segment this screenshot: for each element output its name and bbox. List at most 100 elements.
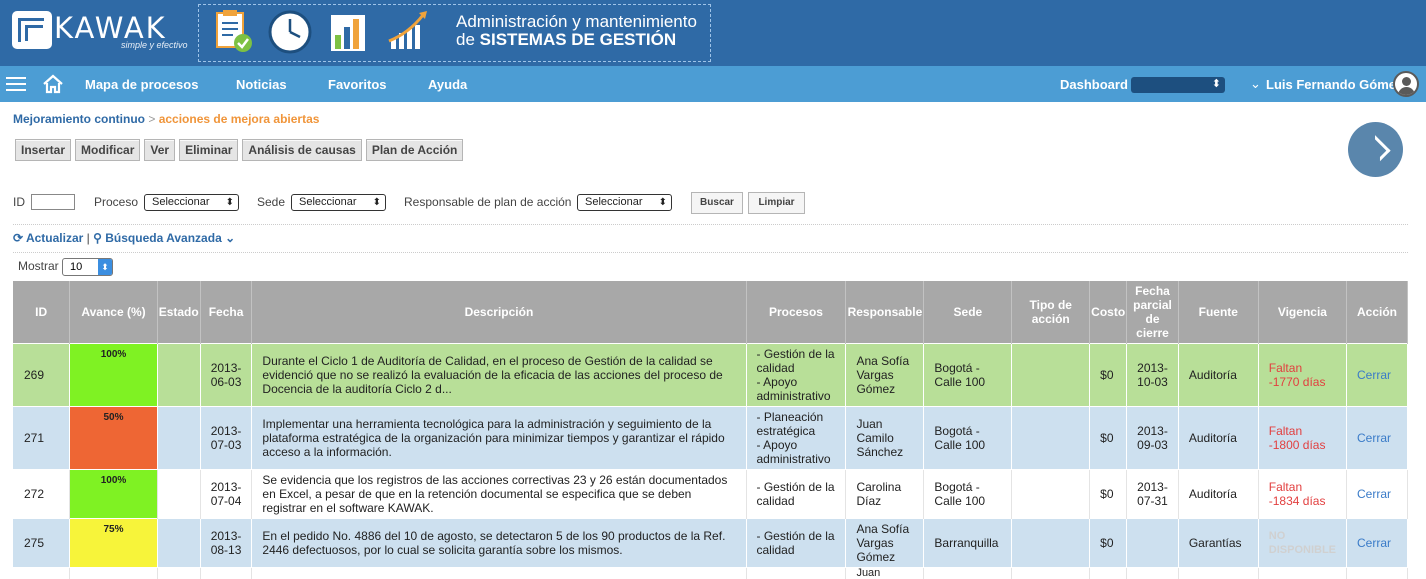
col-header[interactable]: Procesos — [746, 281, 847, 343]
responsable-filter-select[interactable]: Seleccionar — [577, 194, 672, 211]
analisis-de-causas-button[interactable]: Análisis de causas — [242, 139, 362, 161]
chevron-down-icon[interactable]: ⌄ — [1250, 76, 1261, 92]
cell-responsable: Ana Sofía Vargas Gómez — [845, 342, 925, 406]
proceso-filter-select[interactable]: Seleccionar — [144, 194, 239, 211]
search-icon[interactable]: ⚲ — [93, 231, 102, 245]
id-filter-input[interactable] — [31, 194, 75, 210]
progress-cell: 100% — [69, 342, 158, 406]
cell-vigencia: NO DISPONIBLE — [1258, 517, 1348, 567]
cell-costo: $0 — [1089, 468, 1128, 518]
ver-button[interactable]: Ver — [144, 139, 176, 161]
cell-fuente: Garantías — [1178, 517, 1259, 567]
cell-descripcion: Implementar una herramienta tecnológica … — [251, 405, 747, 469]
cell-fuente: Auditoría — [1178, 342, 1259, 406]
breadcrumb-parent[interactable]: Mejoramiento continuo — [13, 112, 145, 126]
banner-title-prefix: de — [456, 30, 475, 49]
col-header[interactable]: Tipo de acción — [1011, 281, 1091, 343]
cell-cierre: 2013- 10-03 — [1126, 342, 1179, 406]
banner-title-line1: Administración y mantenimiento — [456, 12, 697, 31]
cell-tipo — [1011, 468, 1091, 518]
cerrar-link[interactable]: Cerrar — [1346, 517, 1408, 567]
nav-favoritos[interactable]: Favoritos — [328, 77, 387, 92]
modificar-button[interactable]: Modificar — [75, 139, 141, 161]
cell-responsable: Ana Sofía Vargas Gómez — [845, 517, 925, 567]
nav-ayuda[interactable]: Ayuda — [428, 77, 467, 92]
cell-procesos: - Planeación estratégica - Apoyo administ… — [746, 405, 847, 469]
table-row[interactable]: Juan — [13, 566, 1408, 579]
col-header[interactable]: ID — [13, 281, 71, 343]
logo-tagline: simple y efectivo — [121, 40, 188, 50]
table-header-row: ID Avance (%) Estado Fecha Descripción P… — [13, 281, 1408, 343]
cerrar-link[interactable]: Cerrar — [1346, 468, 1408, 518]
cell-procesos: - Gestión de la calidad - Apoyo administr… — [746, 342, 847, 406]
cell-id: 272 — [13, 468, 71, 518]
table-row[interactable]: 271 50% 2013- 07-03 Implementar una herra… — [13, 405, 1408, 469]
col-header[interactable]: Fuente — [1178, 281, 1259, 343]
table-row[interactable]: 269 100% 2013- 06-03 Durante el Ciclo 1 d… — [13, 342, 1408, 406]
actions-separator: | — [86, 231, 90, 245]
col-header[interactable]: Fecha parcial de cierre — [1126, 281, 1179, 343]
cell-vigencia: Faltan -1770 días — [1258, 342, 1348, 406]
cell-responsable: Juan — [845, 566, 925, 579]
kawak-logo-icon[interactable] — [12, 11, 52, 49]
show-label: Mostrar — [18, 259, 59, 273]
cell-descripcion: Se evidencia que los registros de las ac… — [251, 468, 747, 518]
nav-mapa-de-procesos[interactable]: Mapa de procesos — [85, 77, 198, 92]
page-size-select[interactable]: 10 ⬍ — [62, 258, 113, 276]
chevron-down-icon: ⬍ — [98, 259, 112, 275]
cell-procesos: - Gestión de la calidad — [746, 468, 847, 518]
col-header[interactable]: Acción — [1346, 281, 1408, 343]
cell-costo: $0 — [1089, 405, 1128, 469]
col-header[interactable]: Responsable — [845, 281, 925, 343]
filter-bar: ID Proceso Seleccionar Sede Seleccionar … — [13, 192, 1413, 214]
table-row[interactable]: 275 75% 2013- 08-13 En el pedido No. 4886… — [13, 517, 1408, 567]
advanced-search-link[interactable]: Búsqueda Avanzada — [105, 231, 221, 245]
buscar-button[interactable]: Buscar — [691, 192, 743, 214]
cell-cierre: 2013- 09-03 — [1126, 405, 1179, 469]
col-header[interactable]: Costo — [1089, 281, 1128, 343]
table-row[interactable]: 272 100% 2013- 07-04 Se evidencia que los… — [13, 468, 1408, 518]
dashboard-label: Dashboard — [1060, 77, 1128, 92]
action-toolbar: Insertar Modificar Ver Eliminar Análisis… — [15, 139, 464, 161]
col-header[interactable]: Fecha — [200, 281, 253, 343]
bar-chart-icon — [331, 15, 365, 51]
sede-filter-select[interactable]: Seleccionar — [291, 194, 386, 211]
breadcrumb-current: acciones de mejora abiertas — [158, 112, 320, 126]
list-actions: ⟳ Actualizar | ⚲ Búsqueda Avanzada ⌄ — [13, 231, 235, 245]
col-header[interactable]: Sede — [923, 281, 1013, 343]
limpiar-button[interactable]: Limpiar — [748, 192, 805, 214]
dashboard-select[interactable] — [1131, 77, 1225, 93]
cell-sede: Bogotá - Calle 100 — [923, 468, 1013, 518]
col-header[interactable]: Vigencia — [1258, 281, 1348, 343]
eliminar-button[interactable]: Eliminar — [179, 139, 239, 161]
cell-fuente: Auditoría — [1178, 468, 1259, 518]
refresh-icon[interactable]: ⟳ — [13, 231, 23, 245]
cell-id: 275 — [13, 517, 71, 567]
progress-cell: 100% — [69, 468, 158, 518]
col-header[interactable]: Estado — [157, 281, 201, 343]
divider — [13, 224, 1408, 225]
col-header[interactable]: Descripción — [251, 281, 747, 343]
col-header[interactable]: Avance (%) — [69, 281, 158, 343]
refresh-link[interactable]: Actualizar — [26, 231, 83, 245]
cell-sede: Barranquilla — [923, 517, 1013, 567]
nav-noticias[interactable]: Noticias — [236, 77, 287, 92]
play-icon[interactable] — [1348, 122, 1403, 177]
user-name[interactable]: Luis Fernando Gómez — [1266, 77, 1403, 92]
cell-tipo — [1011, 517, 1091, 567]
hamburger-icon[interactable] — [6, 77, 26, 91]
cell-tipo — [1011, 405, 1091, 469]
plan-de-accion-button[interactable]: Plan de Acción — [365, 139, 464, 161]
sede-filter-label: Sede — [257, 195, 286, 209]
growth-arrow-icon — [388, 11, 427, 49]
insertar-button[interactable]: Insertar — [15, 139, 72, 161]
divider — [13, 252, 1408, 253]
chevron-down-icon[interactable]: ⌄ — [225, 231, 235, 245]
cerrar-link[interactable]: Cerrar — [1346, 342, 1408, 406]
cell-descripcion: En el pedido No. 4886 del 10 de agosto, … — [251, 517, 747, 567]
cerrar-link[interactable]: Cerrar — [1346, 405, 1408, 469]
app-banner: KAWAK simple y efectivo Administración y… — [0, 0, 1426, 66]
home-icon[interactable] — [42, 74, 64, 94]
user-avatar-icon[interactable] — [1393, 71, 1419, 97]
cell-vigencia: Faltan -1834 días — [1258, 468, 1348, 518]
